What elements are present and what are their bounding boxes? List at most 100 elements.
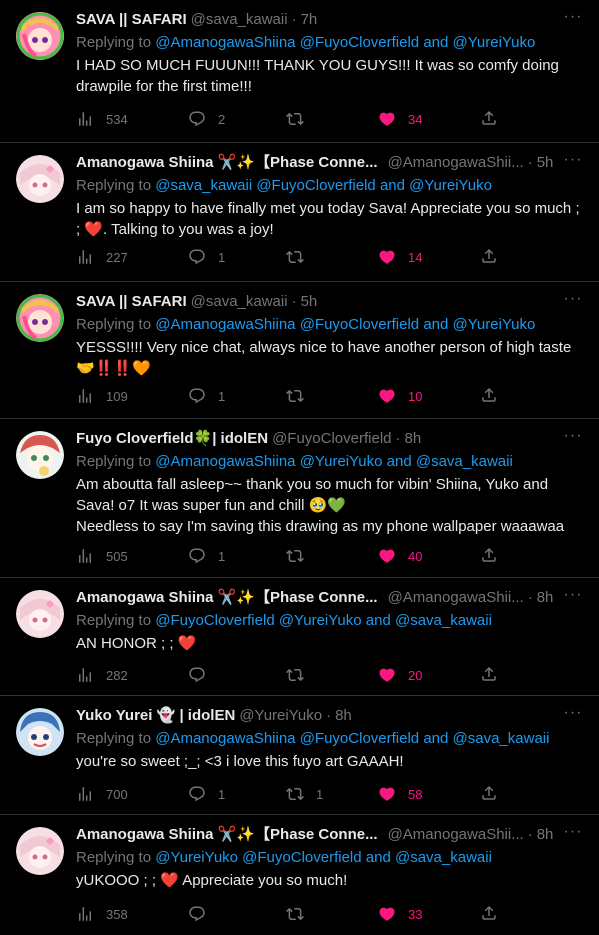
tweet[interactable]: Fuyo Cloverfield🍀| idolEN @FuyoCloverfie… (0, 419, 599, 578)
tweet[interactable]: Amanogawa Shiina ✂️✨【Phase Conne... @Ama… (0, 578, 599, 696)
like-button[interactable]: 34 (378, 109, 422, 129)
timestamp[interactable]: 8h (537, 588, 554, 608)
reply-button[interactable]: 1 (188, 546, 225, 566)
timestamp[interactable]: 5h (301, 292, 318, 312)
mention-link[interactable]: @AmanogawaShiina (155, 316, 295, 333)
mention-link[interactable]: @AmanogawaShiina (155, 34, 295, 51)
reply-button[interactable]: 2 (188, 109, 225, 129)
like-button[interactable]: 58 (378, 784, 422, 804)
mention-link[interactable]: @sava_kawaii (155, 177, 252, 194)
display-name[interactable]: SAVA || SAFARI (76, 292, 187, 312)
retweet-button[interactable] (286, 904, 316, 924)
user-handle[interactable]: @AmanogawaShii... (388, 153, 524, 173)
timestamp[interactable]: 5h (537, 153, 554, 173)
mention-link[interactable]: @YureiYuko (453, 316, 536, 333)
mention-link[interactable]: @FuyoCloverfield (155, 612, 274, 629)
display-name[interactable]: SAVA || SAFARI (76, 10, 187, 30)
mention-link[interactable]: @AmanogawaShiina (155, 730, 295, 747)
display-name[interactable]: Fuyo Cloverfield🍀| idolEN (76, 429, 268, 449)
like-button[interactable]: 10 (378, 386, 422, 406)
user-handle[interactable]: @YureiYuko (239, 706, 322, 726)
share-button[interactable] (480, 247, 500, 267)
more-options-icon[interactable]: ··· (563, 587, 583, 608)
avatar[interactable] (16, 827, 64, 875)
more-options-icon[interactable]: ··· (563, 428, 583, 449)
retweet-button[interactable] (286, 386, 316, 406)
retweet-button[interactable] (286, 109, 316, 129)
avatar[interactable] (16, 590, 64, 638)
reply-button[interactable] (188, 665, 218, 685)
mention-link[interactable]: @YureiYuko (155, 849, 238, 866)
views-button[interactable]: 109 (76, 386, 128, 406)
share-button[interactable] (480, 665, 500, 685)
share-button[interactable] (480, 546, 500, 566)
views-button[interactable]: 358 (76, 904, 128, 924)
user-handle[interactable]: @sava_kawaii (191, 292, 288, 312)
mention-link[interactable]: @YureiYuko (300, 453, 383, 470)
timestamp[interactable]: 7h (301, 10, 318, 30)
mention-link[interactable]: @YureiYuko (409, 177, 492, 194)
share-button[interactable] (480, 109, 500, 129)
separator-dot: · (527, 154, 533, 171)
timestamp[interactable]: 8h (537, 825, 554, 845)
user-handle[interactable]: @FuyoCloverfield (272, 429, 391, 449)
more-options-icon[interactable]: ··· (563, 152, 583, 173)
views-button[interactable]: 700 (76, 784, 128, 804)
mention-link[interactable]: @sava_kawaii (453, 730, 550, 747)
user-handle[interactable]: @sava_kawaii (191, 10, 288, 30)
views-button[interactable]: 534 (76, 109, 128, 129)
mention-link[interactable]: @FuyoCloverfield (300, 316, 419, 333)
mention-link[interactable]: @sava_kawaii (416, 453, 513, 470)
retweet-button[interactable]: 1 (286, 784, 323, 804)
mention-link[interactable]: @FuyoCloverfield (242, 849, 361, 866)
retweet-button[interactable] (286, 665, 316, 685)
like-button[interactable]: 14 (378, 247, 422, 267)
timestamp[interactable]: 8h (335, 706, 352, 726)
reply-button[interactable]: 1 (188, 784, 225, 804)
mention-conjunction: and (386, 453, 412, 470)
tweet[interactable]: Yuko Yurei 👻 | idolEN @YureiYuko · 8h ··… (0, 696, 599, 815)
share-button[interactable] (480, 386, 500, 406)
like-button[interactable]: 40 (378, 546, 422, 566)
retweet-button[interactable] (286, 546, 316, 566)
more-options-icon[interactable]: ··· (563, 9, 583, 30)
mention-link[interactable]: @sava_kawaii (395, 612, 492, 629)
tweet[interactable]: Amanogawa Shiina ✂️✨【Phase Conne... @Ama… (0, 815, 599, 935)
views-button[interactable]: 282 (76, 665, 128, 685)
tweet[interactable]: SAVA || SAFARI @sava_kawaii · 5h ··· Rep… (0, 282, 599, 419)
share-button[interactable] (480, 904, 500, 924)
display-name[interactable]: Amanogawa Shiina ✂️✨【Phase Conne... (76, 825, 378, 845)
user-handle[interactable]: @AmanogawaShii... (388, 825, 524, 845)
like-button[interactable]: 20 (378, 665, 422, 685)
display-name[interactable]: Amanogawa Shiina ✂️✨【Phase Conne... (76, 153, 378, 173)
mention-link[interactable]: @FuyoCloverfield (256, 177, 375, 194)
mention-link[interactable]: @YureiYuko (279, 612, 362, 629)
mention-link[interactable]: @sava_kawaii (395, 849, 492, 866)
more-options-icon[interactable]: ··· (563, 291, 583, 312)
views-button[interactable]: 505 (76, 546, 128, 566)
timestamp[interactable]: 8h (405, 429, 422, 449)
retweet-button[interactable] (286, 247, 316, 267)
user-handle[interactable]: @AmanogawaShii... (388, 588, 524, 608)
more-options-icon[interactable]: ··· (563, 705, 583, 726)
reply-button[interactable] (188, 904, 218, 924)
reply-button[interactable]: 1 (188, 247, 225, 267)
views-button[interactable]: 227 (76, 247, 128, 267)
tweet[interactable]: Amanogawa Shiina ✂️✨【Phase Conne... @Ama… (0, 143, 599, 282)
avatar[interactable] (16, 12, 64, 60)
more-options-icon[interactable]: ··· (563, 824, 583, 845)
avatar[interactable] (16, 708, 64, 756)
display-name[interactable]: Amanogawa Shiina ✂️✨【Phase Conne... (76, 588, 378, 608)
mention-link[interactable]: @FuyoCloverfield (300, 34, 419, 51)
avatar[interactable] (16, 431, 64, 479)
like-button[interactable]: 33 (378, 904, 422, 924)
avatar[interactable] (16, 155, 64, 203)
mention-link[interactable]: @FuyoCloverfield (300, 730, 419, 747)
reply-button[interactable]: 1 (188, 386, 225, 406)
avatar[interactable] (16, 294, 64, 342)
mention-link[interactable]: @AmanogawaShiina (155, 453, 295, 470)
mention-link[interactable]: @YureiYuko (453, 34, 536, 51)
tweet[interactable]: SAVA || SAFARI @sava_kawaii · 7h ··· Rep… (0, 0, 599, 143)
display-name[interactable]: Yuko Yurei 👻 | idolEN (76, 706, 235, 726)
share-button[interactable] (480, 784, 500, 804)
